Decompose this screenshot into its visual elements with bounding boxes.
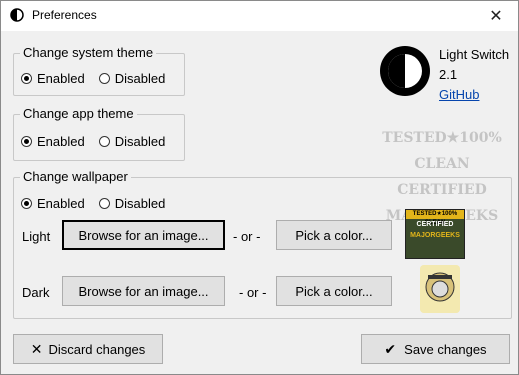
app-theme-enabled-label: Enabled bbox=[37, 134, 85, 149]
app-theme-legend: Change app theme bbox=[20, 106, 137, 122]
system-theme-group: Change system theme Enabled Disabled bbox=[13, 45, 185, 96]
dark-label: Dark bbox=[22, 285, 50, 300]
window-title: Preferences bbox=[32, 8, 97, 22]
dark-browse-button[interactable]: Browse for an image... bbox=[62, 276, 225, 306]
github-link[interactable]: GitHub bbox=[439, 85, 509, 105]
wallpaper-enabled-radio[interactable] bbox=[21, 198, 32, 209]
dark-pick-color-button[interactable]: Pick a color... bbox=[276, 276, 392, 306]
light-switch-icon bbox=[10, 8, 24, 22]
close-x-icon: ✕ bbox=[30, 340, 43, 357]
discard-changes-label: Discard changes bbox=[48, 341, 146, 357]
close-button[interactable]: ✕ bbox=[474, 1, 518, 31]
wallpaper-disabled-label: Disabled bbox=[114, 196, 166, 211]
save-changes-label: Save changes bbox=[404, 341, 487, 357]
preferences-window: Preferences ✕ Change system theme Enable… bbox=[0, 0, 519, 375]
checkmark-icon: ✔ bbox=[384, 340, 397, 357]
app-logo-icon bbox=[380, 46, 430, 96]
app-version: 2.1 bbox=[439, 67, 458, 82]
discard-changes-button[interactable]: ✕ Discard changes bbox=[13, 334, 163, 364]
light-or-label: - or - bbox=[233, 229, 261, 244]
system-theme-enabled-label: Enabled bbox=[37, 71, 85, 86]
app-info: Light Switch 2.1 GitHub bbox=[439, 45, 509, 105]
wallpaper-enabled-label: Enabled bbox=[37, 196, 85, 211]
close-icon: ✕ bbox=[489, 8, 503, 25]
wallpaper-disabled-radio[interactable] bbox=[98, 198, 110, 209]
save-changes-button[interactable]: ✔ Save changes bbox=[361, 334, 510, 364]
light-pick-color-button[interactable]: Pick a color... bbox=[276, 220, 392, 250]
app-theme-disabled-label: Disabled bbox=[114, 134, 166, 149]
app-name: Light Switch bbox=[439, 47, 510, 62]
watermark-line1: TESTED★100% CLEAN bbox=[382, 130, 502, 172]
majorgeeks-mascot-icon bbox=[420, 265, 460, 313]
system-theme-disabled-radio[interactable] bbox=[98, 73, 110, 84]
light-browse-button[interactable]: Browse for an image... bbox=[62, 220, 225, 250]
system-theme-enabled-radio[interactable] bbox=[21, 73, 32, 84]
badge-bot-text: MAJORGEEKS bbox=[410, 232, 460, 239]
system-theme-legend: Change system theme bbox=[20, 45, 157, 61]
app-theme-enabled-radio[interactable] bbox=[21, 136, 32, 147]
system-theme-disabled-label: Disabled bbox=[114, 71, 166, 86]
app-theme-group: Change app theme Enabled Disabled bbox=[13, 106, 185, 161]
app-theme-disabled-radio[interactable] bbox=[98, 136, 110, 147]
wallpaper-legend: Change wallpaper bbox=[20, 169, 131, 185]
badge-top-text: TESTED★100% CLEAN bbox=[406, 210, 464, 226]
majorgeeks-badge: TESTED★100% CLEAN CERTIFIED MAJORGEEKS bbox=[405, 209, 465, 259]
badge-mid-text: CERTIFIED bbox=[416, 221, 454, 228]
title-bar: Preferences ✕ bbox=[1, 1, 518, 31]
light-label: Light bbox=[22, 229, 51, 244]
dark-or-label: - or - bbox=[239, 285, 267, 300]
